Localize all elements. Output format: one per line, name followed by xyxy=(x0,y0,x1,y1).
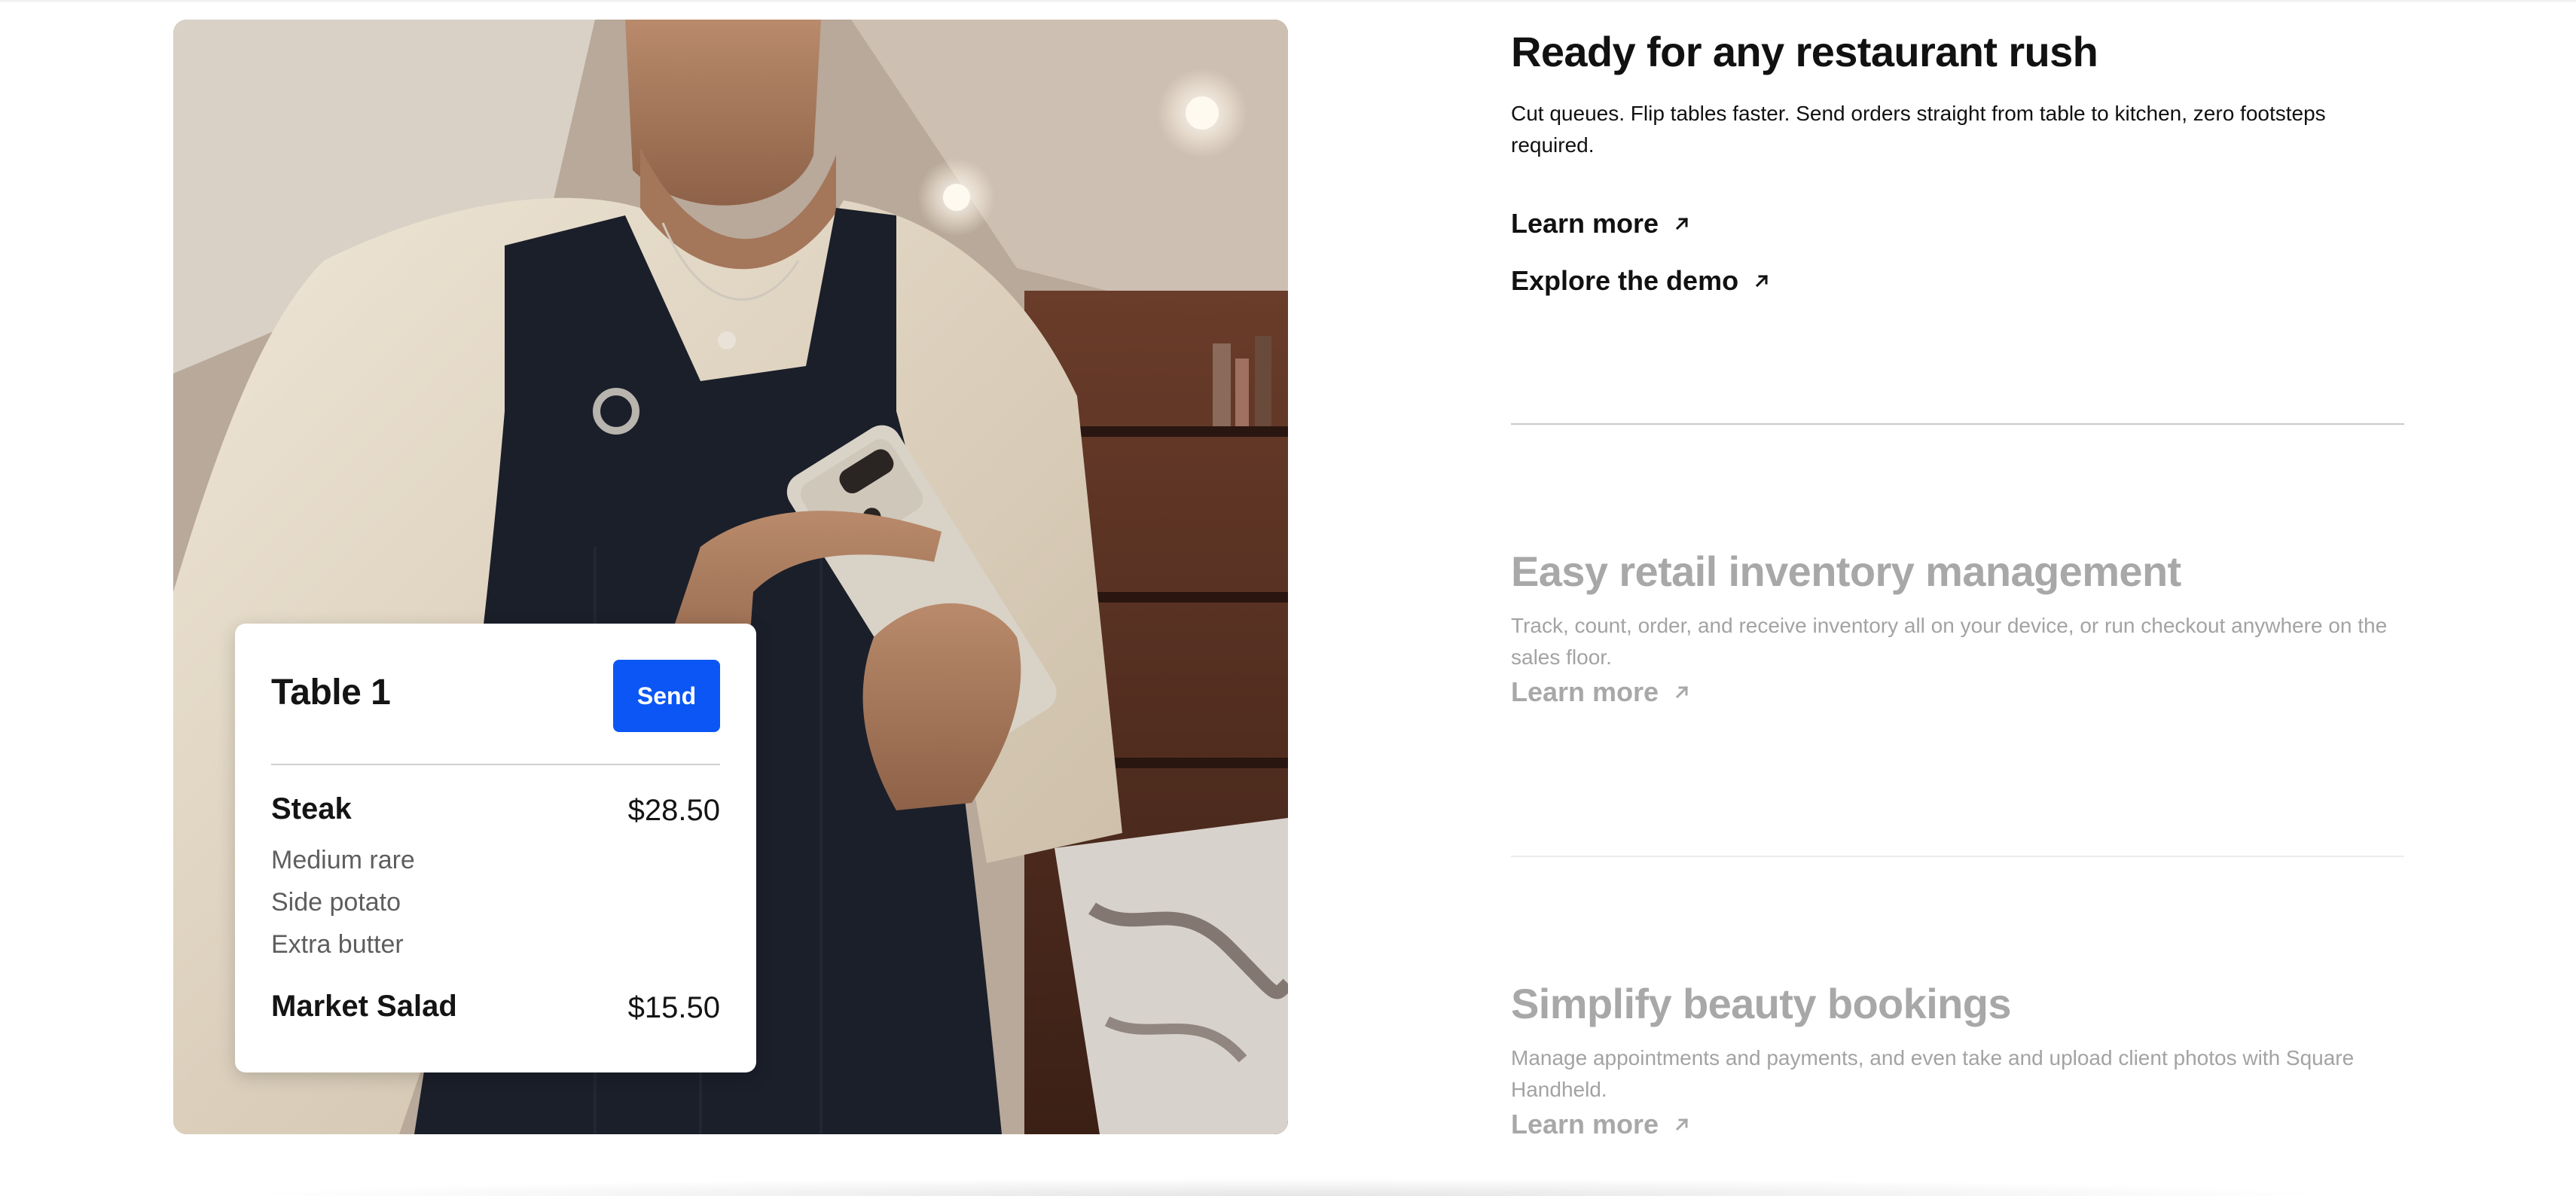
learn-more-link[interactable]: Learn more xyxy=(1511,1109,1690,1140)
arrow-up-right-icon xyxy=(1675,1118,1689,1131)
order-item-name: Steak xyxy=(271,792,352,825)
order-card: Table 1 Send Steak $28.50 Medium rare Si… xyxy=(235,624,756,1072)
feature-description: Cut queues. Flip tables faster. Send ord… xyxy=(1511,102,2326,157)
order-item: Market Salad $15.50 xyxy=(271,990,720,1035)
order-item-modifier: Side potato xyxy=(271,888,401,917)
feature-description: Manage appointments and payments, and ev… xyxy=(1511,1046,2355,1101)
bottom-shadow xyxy=(226,1178,2350,1196)
explore-demo-link[interactable]: Explore the demo xyxy=(1511,265,1770,297)
order-card-header: Table 1 Send xyxy=(271,624,720,765)
order-item-modifiers: Medium rare Side potato Extra butter xyxy=(271,839,415,966)
feature-title: Ready for any restaurant rush xyxy=(1511,28,2098,75)
link-label: Learn more xyxy=(1511,208,1659,239)
link-label: Learn more xyxy=(1511,676,1659,707)
link-label: Learn more xyxy=(1511,1109,1659,1140)
order-item-price: $28.50 xyxy=(627,794,720,827)
link-label: Explore the demo xyxy=(1511,265,1739,296)
top-hairline xyxy=(0,0,2576,3)
send-button[interactable]: Send xyxy=(613,660,720,732)
order-card-title: Table 1 xyxy=(271,673,391,712)
learn-more-link[interactable]: Learn more xyxy=(1511,208,1690,240)
feature-divider xyxy=(1511,423,2404,425)
arrow-up-right-icon xyxy=(1755,274,1769,288)
feature-description: Track, count, order, and receive invento… xyxy=(1511,614,2388,669)
order-item-modifier: Extra butter xyxy=(271,930,404,959)
order-item-name: Market Salad xyxy=(271,990,457,1023)
order-item-modifier: Medium rare xyxy=(271,846,415,874)
order-item-price: $15.50 xyxy=(627,991,720,1024)
arrow-up-right-icon xyxy=(1675,217,1689,230)
hero-photo: Table 1 Send Steak $28.50 Medium rare Si… xyxy=(173,20,1288,1134)
feature-title: Easy retail inventory management xyxy=(1511,548,2181,595)
order-item: Steak $28.50 Medium rare Side potato Ext… xyxy=(271,792,720,990)
arrow-up-right-icon xyxy=(1675,685,1689,699)
feature-title: Simplify beauty bookings xyxy=(1511,980,2012,1027)
feature-divider xyxy=(1511,856,2404,857)
learn-more-link[interactable]: Learn more xyxy=(1511,676,1690,708)
